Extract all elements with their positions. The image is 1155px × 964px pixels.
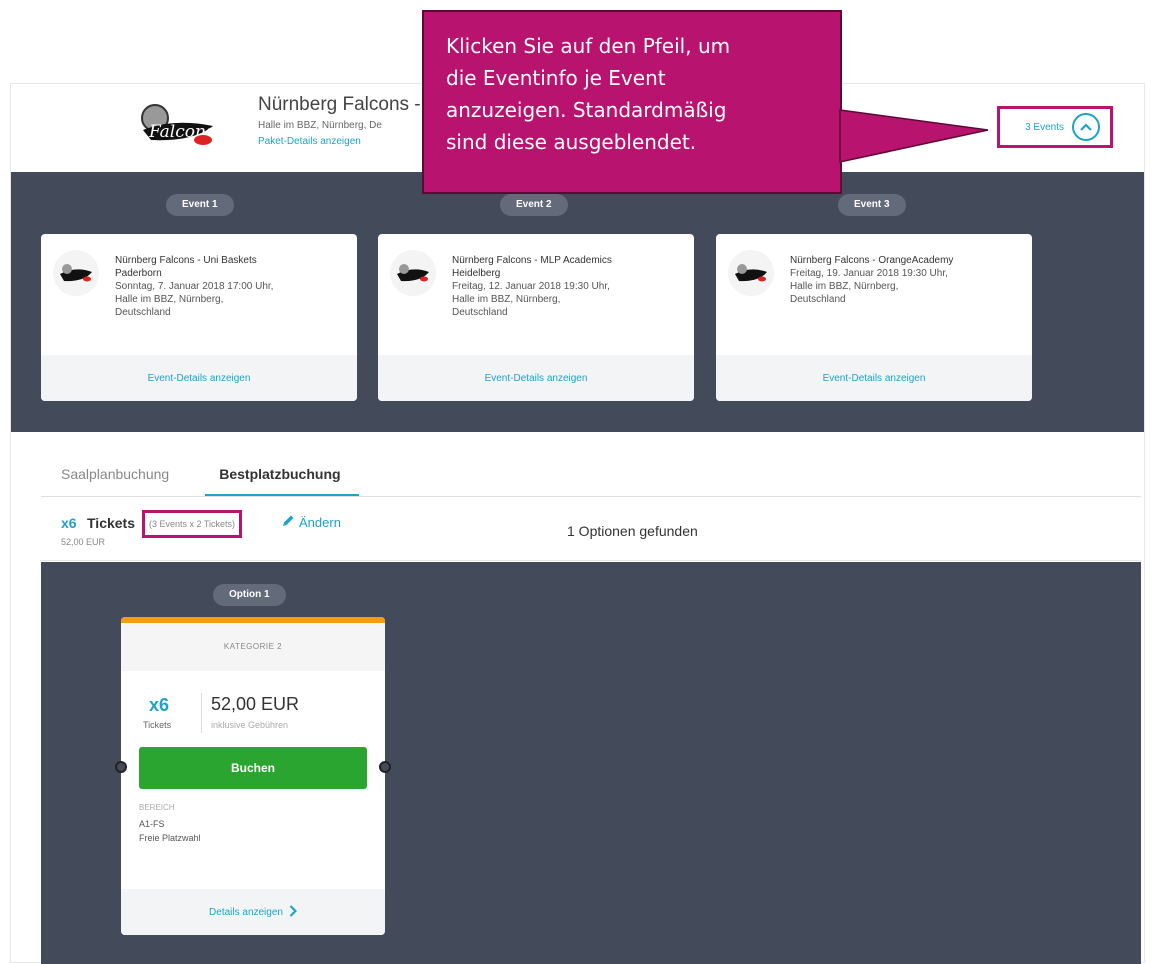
booking-panel: Falcons Nürnberg Falcons - 3 Halle im BB… [10, 83, 1145, 964]
edit-tickets-button[interactable]: Ändern [281, 514, 341, 531]
event-info: Nürnberg Falcons - MLP Academics Heidelb… [452, 254, 682, 319]
tab-bestseat-booking[interactable]: Bestplatzbuchung [205, 466, 359, 497]
ticket-price: 52,00 EUR [61, 537, 106, 547]
event-pill: Event 1 [166, 194, 234, 216]
event-venue: Halle im BBZ, Nürnberg, [115, 294, 224, 305]
ticket-notch [115, 761, 127, 773]
event-details-link[interactable]: Event-Details anzeigen [716, 355, 1032, 401]
events-band: Event 1 Nürnberg Falcons - Uni Baskets P… [11, 172, 1144, 432]
event-name: Nürnberg Falcons - MLP Academics [452, 255, 612, 266]
options-found-label: 1 Optionen gefunden [567, 523, 698, 539]
event-date: Sonntag, 7. Januar 2018 17:00 Uhr, [115, 281, 274, 292]
option-pill: Option 1 [213, 584, 286, 606]
event-name-cont: Paderborn [115, 268, 162, 279]
falcons-logo: Falcons [133, 100, 223, 150]
event-details-link[interactable]: Event-Details anzeigen [378, 355, 694, 401]
tab-divider [41, 496, 1141, 497]
event-logo-icon [728, 250, 774, 296]
event-name: Nürnberg Falcons - OrangeAcademy [790, 255, 954, 266]
callout-line: anzuzeigen. Standardmäßig [446, 98, 727, 122]
event-country: Deutschland [790, 294, 846, 305]
fee-note: inklusive Gebühren [211, 720, 289, 730]
chevron-right-icon [289, 904, 298, 920]
event-name-cont: Heidelberg [452, 268, 501, 279]
event-card: Nürnberg Falcons - MLP Academics Heidelb… [378, 234, 694, 401]
callout-pointer [839, 109, 989, 163]
event-name: Nürnberg Falcons - Uni Baskets [115, 255, 257, 266]
book-button[interactable]: Buchen [139, 747, 367, 789]
option-card: KATEGORIE 2 x6 Tickets 52,00 EUR inklusi… [115, 617, 391, 935]
tab-seatmap-booking[interactable]: Saalplanbuchung [61, 466, 169, 497]
area-label: BEREICH [139, 803, 175, 812]
event-info: Nürnberg Falcons - OrangeAcademy Freitag… [790, 254, 1020, 306]
results-area: Option 1 KATEGORIE 2 x6 Tickets 52,00 EU… [41, 562, 1141, 964]
package-location: Halle im BBZ, Nürnberg, De [258, 120, 382, 131]
callout-line: die Eventinfo je Event [446, 66, 666, 90]
area-info: A1-FS Freie Platzwahl [139, 817, 201, 845]
event-pill: Event 2 [500, 194, 568, 216]
annotation-callout: Klicken Sie auf den Pfeil, um die Eventi… [422, 10, 842, 194]
divider [201, 693, 202, 733]
package-details-link[interactable]: Paket-Details anzeigen [258, 136, 361, 147]
area-code: A1-FS [139, 819, 165, 829]
option-quantity: x6 [149, 695, 170, 715]
event-country: Deutschland [115, 307, 171, 318]
event-card: Nürnberg Falcons - OrangeAcademy Freitag… [716, 234, 1032, 401]
details-label: Details anzeigen [209, 906, 283, 918]
option-tickets-label: Tickets [143, 720, 172, 730]
event-info: Nürnberg Falcons - Uni Baskets Paderborn… [115, 254, 345, 319]
event-venue: Halle im BBZ, Nürnberg, [452, 294, 561, 305]
ticket-notch [379, 761, 391, 773]
event-details-link[interactable]: Event-Details anzeigen [41, 355, 357, 401]
package-title: Nürnberg Falcons - 3 [258, 94, 437, 115]
event-logo-icon [53, 250, 99, 296]
ticket-breakdown: (3 Events x 2 Tickets) [142, 510, 243, 538]
events-count-label: 3 Events [1025, 121, 1064, 133]
category-label: KATEGORIE 2 [121, 623, 385, 671]
event-card: Nürnberg Falcons - Uni Baskets Paderborn… [41, 234, 357, 401]
seating-type: Freie Platzwahl [139, 833, 201, 843]
option-price: 52,00 EUR [211, 694, 300, 714]
edit-label: Ändern [299, 515, 341, 530]
chevron-up-icon[interactable] [1072, 113, 1100, 141]
event-pill: Event 3 [838, 194, 906, 216]
event-logo-icon [390, 250, 436, 296]
pencil-icon [281, 514, 295, 531]
events-toggle[interactable]: 3 Events [997, 106, 1113, 148]
tickets-label: Tickets [87, 515, 135, 531]
booking-tabs: Saalplanbuchung Bestplatzbuchung [61, 466, 359, 497]
callout-line: sind diese ausgeblendet. [446, 130, 697, 154]
ticket-summary-bar: x6 Tickets (3 Events x 2 Tickets) Ändern… [41, 499, 1141, 561]
option-details-link[interactable]: Details anzeigen [121, 889, 385, 935]
event-country: Deutschland [452, 307, 508, 318]
event-date: Freitag, 12. Januar 2018 19:30 Uhr, [452, 281, 610, 292]
event-date: Freitag, 19. Januar 2018 19:30 Uhr, [790, 268, 948, 279]
ticket-quantity: x6 [61, 515, 77, 531]
event-venue: Halle im BBZ, Nürnberg, [790, 281, 899, 292]
callout-line: Klicken Sie auf den Pfeil, um [446, 34, 731, 58]
